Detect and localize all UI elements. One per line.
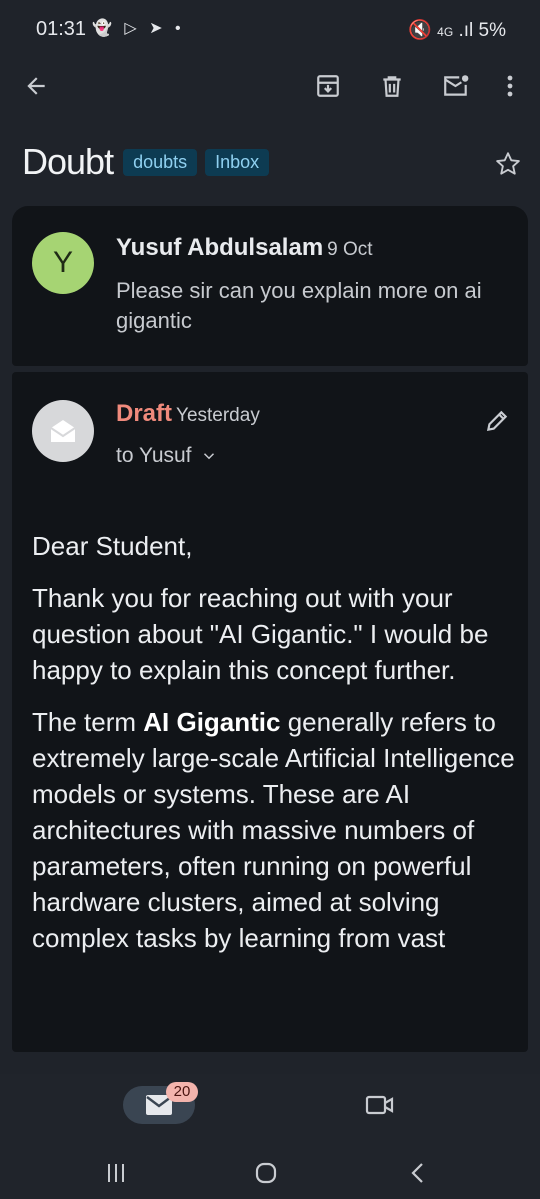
chevron-left-icon — [411, 1163, 423, 1183]
meet-tab[interactable] — [362, 1090, 398, 1120]
home-icon — [255, 1162, 277, 1184]
subject-row: Doubt doubts Inbox — [22, 138, 277, 186]
star-button[interactable] — [494, 150, 522, 183]
home-button[interactable] — [246, 1158, 286, 1188]
delete-button[interactable] — [372, 66, 412, 106]
sender-line: Yusuf Abdulsalam 9 Oct — [116, 234, 373, 262]
body-p2-start: The term — [32, 707, 144, 737]
recent-apps-icon — [108, 1164, 124, 1182]
message-body: Dear Student, Thank you for reaching out… — [32, 528, 516, 972]
star-icon — [496, 152, 520, 175]
notification-icons: 👻 ▷ ➤ • — [92, 20, 185, 37]
archive-icon — [317, 75, 339, 97]
body-paragraph-1: Thank you for reaching out with your que… — [32, 583, 489, 685]
envelope-open-icon — [50, 420, 76, 442]
label-inbox[interactable]: Inbox — [205, 148, 270, 176]
toolbar — [0, 56, 540, 112]
body-greeting: Dear Student, — [32, 531, 193, 561]
video-camera-icon — [365, 1095, 394, 1115]
status-bar: 01:31 👻 ▷ ➤ • 🔇 4G .ıl 5% — [0, 0, 540, 56]
mail-badge: 20 — [166, 1082, 198, 1102]
chevron-down-icon — [203, 453, 214, 460]
mute-icon: 🔇 — [408, 20, 432, 41]
message-snippet: Please sir can you explain more on ai gi… — [116, 278, 482, 333]
recipient-toggle[interactable]: to Yusuf — [116, 444, 218, 468]
mark-unread-icon — [444, 75, 469, 96]
trash-icon — [383, 76, 401, 97]
message-card-yusuf[interactable]: Y Yusuf Abdulsalam 9 Oct Please sir can y… — [12, 206, 528, 366]
avatar[interactable]: Y — [32, 232, 94, 294]
draft-avatar — [32, 400, 94, 462]
status-time: 01:31 — [36, 18, 87, 40]
recipient-label: to Yusuf — [116, 444, 192, 467]
more-options-button[interactable] — [490, 66, 530, 106]
draft-date: Yesterday — [176, 405, 260, 426]
more-vert-icon — [507, 75, 513, 97]
draft-line: Draft Yesterday — [116, 400, 260, 428]
message-card-draft: Draft Yesterday to Yusuf Dear Student, Th… — [12, 372, 528, 1052]
pencil-icon — [486, 410, 508, 432]
thread-subject: Doubt — [22, 141, 114, 182]
label-doubts[interactable]: doubts — [123, 148, 198, 176]
battery-label: 5% — [478, 20, 506, 41]
mark-unread-button[interactable] — [436, 66, 476, 106]
draft-status: Draft — [116, 400, 173, 427]
sender-name: Yusuf Abdulsalam — [116, 234, 324, 261]
body-p2-bold: AI Gigantic — [143, 707, 281, 737]
status-right: 🔇 4G .ıl 5% — [408, 18, 506, 42]
signal-icon: .ıl — [458, 20, 474, 41]
body-paragraph-2: The term AI Gigantic generally refers to… — [32, 704, 516, 956]
archive-button[interactable] — [308, 66, 348, 106]
message-date: 9 Oct — [327, 239, 373, 260]
arrow-left-icon — [27, 77, 45, 95]
network-label: 4G — [437, 25, 454, 39]
back-button[interactable] — [16, 66, 56, 106]
recent-apps-button[interactable] — [96, 1158, 136, 1188]
body-p2-rest: generally refers to extremely large-scal… — [32, 707, 515, 953]
edit-draft-button[interactable] — [484, 408, 510, 439]
back-nav-button[interactable] — [398, 1158, 438, 1188]
bottom-navigation: 20 — [0, 1074, 540, 1199]
